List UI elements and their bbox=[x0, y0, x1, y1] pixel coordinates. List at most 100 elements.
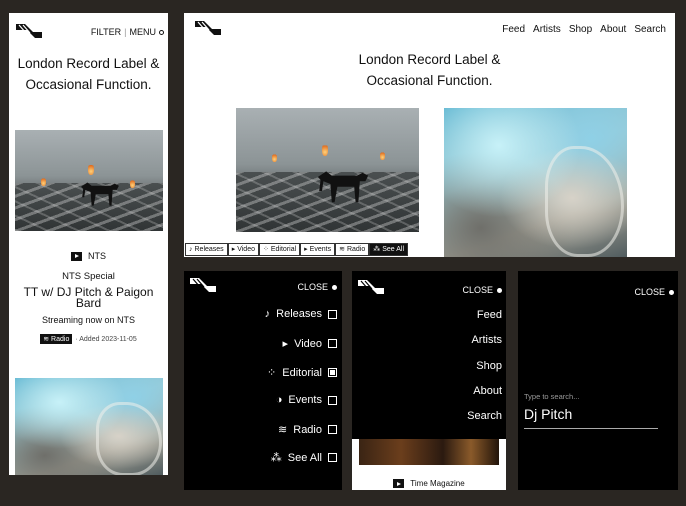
close-button[interactable]: CLOSE bbox=[297, 282, 337, 292]
desktop-home-panel: Feed Artists Shop About Search London Re… bbox=[184, 13, 675, 257]
nav-separator: | bbox=[124, 27, 127, 37]
horse-silhouette bbox=[81, 182, 119, 206]
filter-item-radio[interactable]: ≋ Radio bbox=[278, 423, 337, 436]
filter-item-label: Events bbox=[288, 394, 322, 406]
tab-see-all[interactable]: ⁂ See All bbox=[369, 243, 409, 256]
half-circle-icon: ◑ bbox=[275, 394, 283, 406]
tab-label: Video bbox=[237, 246, 255, 253]
tab-label: Releases bbox=[194, 246, 224, 253]
tab-releases[interactable]: ♪ Releases bbox=[185, 243, 228, 256]
peek-image[interactable] bbox=[359, 439, 499, 465]
filter-item-editorial[interactable]: ⁘ Editorial bbox=[267, 366, 337, 379]
filter-button[interactable]: FILTER bbox=[91, 27, 121, 37]
circle-icon[interactable] bbox=[159, 29, 164, 35]
filter-item-label: Releases bbox=[276, 308, 322, 320]
checkbox[interactable] bbox=[328, 453, 337, 462]
logo-icon[interactable] bbox=[189, 276, 217, 294]
filter-item-label: Radio bbox=[293, 423, 322, 436]
nav-about[interactable]: About bbox=[600, 24, 626, 35]
tab-label: Editorial bbox=[270, 246, 297, 253]
nav-menu-feed[interactable]: Feed bbox=[477, 309, 502, 321]
filter-item-events[interactable]: ◑ Events bbox=[276, 394, 337, 406]
tab-video[interactable]: ▸ Video bbox=[227, 243, 259, 256]
close-button[interactable]: CLOSE bbox=[462, 285, 502, 295]
menu-button[interactable]: MENU bbox=[130, 27, 157, 37]
dot-icon bbox=[669, 289, 674, 295]
search-placeholder: Type to search... bbox=[524, 392, 580, 401]
nav-overlay: CLOSE Feed Artists Shop About Search bbox=[352, 271, 506, 439]
filter-item-video[interactable]: ▸ Video bbox=[283, 337, 337, 350]
sparkle-icon: ⁘ bbox=[262, 246, 269, 253]
second-feature-image[interactable] bbox=[444, 108, 627, 257]
feature-source: NTS bbox=[9, 251, 168, 261]
checkbox[interactable] bbox=[328, 425, 337, 434]
tab-radio[interactable]: ≋ Radio bbox=[335, 243, 370, 256]
waves-icon: ≋ bbox=[278, 424, 288, 436]
filter-item-releases[interactable]: ♪ Releases bbox=[265, 308, 337, 320]
feature-title[interactable]: TT w/ DJ Pitch & Paigon Bard bbox=[15, 286, 162, 309]
mobile-nav: FILTER | MENU bbox=[91, 27, 164, 37]
checkbox[interactable] bbox=[328, 309, 337, 319]
play-icon[interactable] bbox=[71, 251, 82, 261]
second-feature-image[interactable] bbox=[15, 378, 163, 475]
close-label: CLOSE bbox=[634, 287, 665, 297]
search-panel: CLOSE Type to search... Dj Pitch bbox=[518, 271, 678, 490]
tagline-line2: Occasional Function. bbox=[25, 77, 152, 92]
sparkle-icon: ⁘ bbox=[267, 367, 277, 379]
horse-silhouette bbox=[317, 171, 369, 203]
added-date: · Added 2023-11-05 bbox=[75, 335, 137, 343]
tagline-line2: Occasional Function. bbox=[366, 73, 493, 88]
nav-menu-artists[interactable]: Artists bbox=[471, 334, 502, 346]
close-label: CLOSE bbox=[297, 282, 328, 292]
tab-events[interactable]: ▸ Events bbox=[300, 243, 336, 256]
peek-text: Time Magazine bbox=[410, 479, 465, 488]
feature-image[interactable] bbox=[236, 108, 419, 232]
nav-menu-search[interactable]: Search bbox=[467, 410, 502, 422]
checkbox-checked[interactable] bbox=[328, 368, 337, 377]
nav-shop[interactable]: Shop bbox=[569, 24, 592, 35]
checkbox[interactable] bbox=[328, 339, 337, 348]
category-badge[interactable]: ≋ Radio bbox=[40, 334, 73, 344]
feature-type: NTS Special bbox=[62, 271, 115, 282]
peek-item[interactable]: Time Magazine bbox=[352, 479, 506, 488]
tab-editorial[interactable]: ⁘ Editorial bbox=[258, 243, 301, 256]
filter-item-label: Video bbox=[294, 337, 322, 350]
filter-menu-panel: CLOSE ♪ Releases ▸ Video ⁘ Editorial ◑ E… bbox=[184, 271, 342, 490]
feature-image[interactable] bbox=[15, 130, 163, 231]
nav-artists[interactable]: Artists bbox=[533, 24, 561, 35]
feature-source-label: NTS bbox=[88, 251, 106, 261]
tab-label: Events bbox=[309, 246, 332, 253]
dot-icon bbox=[332, 284, 337, 290]
tab-label: Radio bbox=[346, 246, 366, 253]
logo-icon[interactable] bbox=[15, 22, 43, 40]
filter-item-label: See All bbox=[287, 451, 322, 464]
waves-icon: ≋ bbox=[339, 246, 345, 253]
filter-item-see-all[interactable]: ⁂ See All bbox=[271, 451, 337, 464]
filter-item-label: Editorial bbox=[282, 366, 322, 379]
feature-subtitle: Streaming now on NTS bbox=[41, 315, 136, 325]
nav-menu-shop[interactable]: Shop bbox=[476, 360, 502, 372]
tagline: London Record Label & Occasional Functio… bbox=[9, 53, 168, 95]
nav-menu-panel: Time Magazine CLOSE Feed Artists Shop Ab… bbox=[352, 271, 506, 490]
note-icon: ♪ bbox=[264, 308, 271, 320]
play-icon: ▸ bbox=[282, 338, 289, 350]
close-button[interactable]: CLOSE bbox=[634, 287, 674, 297]
checkbox[interactable] bbox=[328, 395, 337, 405]
search-input[interactable]: Dj Pitch bbox=[524, 406, 658, 429]
nav-search[interactable]: Search bbox=[634, 24, 666, 35]
asterism-icon: ⁂ bbox=[373, 246, 381, 253]
nav-menu-about[interactable]: About bbox=[473, 385, 502, 397]
logo-icon[interactable] bbox=[357, 278, 385, 296]
tab-label: See All bbox=[382, 246, 405, 253]
filter-tab-bar: ♪ Releases ▸ Video ⁘ Editorial ▸ Events ≋ Rad… bbox=[185, 243, 409, 256]
desktop-nav: Feed Artists Shop About Search bbox=[502, 24, 666, 35]
close-label: CLOSE bbox=[462, 285, 493, 295]
play-icon: ▸ bbox=[231, 246, 236, 253]
nav-feed[interactable]: Feed bbox=[502, 24, 525, 35]
mobile-home-panel: FILTER | MENU London Record Label & Occa… bbox=[9, 13, 168, 475]
feature-meta: ≋ Radio · Added 2023-11-05 bbox=[9, 334, 168, 344]
play-icon bbox=[393, 479, 405, 488]
dot-icon bbox=[497, 287, 502, 293]
asterism-icon: ⁂ bbox=[270, 452, 282, 464]
logo-icon[interactable] bbox=[194, 19, 222, 37]
